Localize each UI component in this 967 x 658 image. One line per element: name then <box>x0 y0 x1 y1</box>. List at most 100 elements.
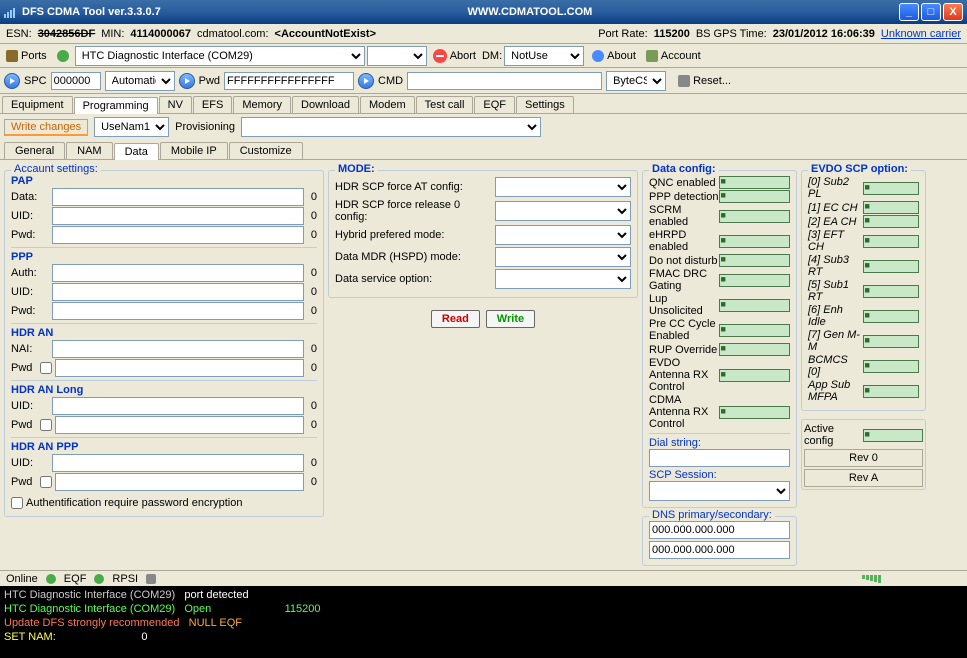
tab-testcall[interactable]: Test call <box>416 96 474 113</box>
mode-select-3[interactable] <box>495 247 631 267</box>
about-button[interactable]: About <box>588 48 640 64</box>
evdo-chk-9[interactable] <box>863 385 920 398</box>
hdranlong-header: HDR AN Long <box>11 384 317 396</box>
hdran-nai-input[interactable] <box>52 340 304 358</box>
scp-select[interactable] <box>649 481 790 501</box>
write-button[interactable]: Write <box>486 310 535 328</box>
pap-data-input[interactable] <box>52 188 304 206</box>
minimize-button[interactable]: _ <box>899 3 919 21</box>
subtab-nam[interactable]: NAM <box>66 142 112 159</box>
mode-select-4[interactable] <box>495 269 631 289</box>
tab-programming[interactable]: Programming <box>74 97 158 114</box>
close-button[interactable]: X <box>943 3 963 21</box>
ppp-uid-input[interactable] <box>52 283 304 301</box>
pap-uid-input[interactable] <box>52 207 304 225</box>
carrier-link[interactable]: Unknown carrier <box>881 28 961 40</box>
hdranlong-uid-input[interactable] <box>52 397 304 415</box>
write-changes-button[interactable]: Write changes <box>4 119 88 136</box>
reset-button[interactable]: Reset... <box>674 73 735 89</box>
dns-group: DNS primary/secondary: <box>642 516 797 566</box>
hdranlong-pwd-checkbox[interactable] <box>40 419 52 431</box>
subtab-data[interactable]: Data <box>114 143 159 160</box>
reva-button[interactable]: Rev A <box>804 469 923 487</box>
cfg-chk-10[interactable] <box>719 406 791 419</box>
nam-select[interactable]: UseNam1 <box>94 117 169 137</box>
spc-send-button[interactable] <box>4 73 20 89</box>
dm-select[interactable]: NotUse <box>504 46 584 66</box>
cfg-chk-2[interactable] <box>719 210 791 223</box>
pwd-input[interactable] <box>224 72 354 90</box>
cfg-chk-3[interactable] <box>719 235 791 248</box>
evdo-chk-2[interactable] <box>863 215 920 228</box>
tab-equipment[interactable]: Equipment <box>2 96 73 113</box>
account-legend: Accaunt settings: <box>11 163 101 175</box>
evdo-chk-8[interactable] <box>863 360 920 373</box>
evdo-chk-0[interactable] <box>863 182 920 195</box>
cfg-chk-4[interactable] <box>719 254 791 267</box>
mode-select-0[interactable] <box>495 177 631 197</box>
cfg-item-9: EVDO Antenna RX Control <box>649 357 719 393</box>
hdranppp-pwd-input[interactable] <box>55 473 304 491</box>
pap-pwd-input[interactable] <box>52 226 304 244</box>
subtab-mobileip[interactable]: Mobile IP <box>160 142 228 159</box>
hdran-pwd-input[interactable] <box>55 359 304 377</box>
port-select2[interactable] <box>367 46 427 66</box>
maximize-button[interactable]: □ <box>921 3 941 21</box>
read-button[interactable]: Read <box>431 310 480 328</box>
activecfg-chk[interactable] <box>863 429 924 442</box>
cfg-chk-6[interactable] <box>719 299 791 312</box>
mode-select-1[interactable] <box>495 201 631 221</box>
hdranppp-pwd-label: Pwd <box>11 476 37 488</box>
evdo-chk-6[interactable] <box>863 310 920 323</box>
mode-select-2[interactable] <box>495 225 631 245</box>
evdo-chk-4[interactable] <box>863 260 920 273</box>
refresh-button[interactable] <box>53 48 73 64</box>
rev0-button[interactable]: Rev 0 <box>804 449 923 467</box>
cfg-chk-9[interactable] <box>719 369 791 382</box>
evdo-chk-1[interactable] <box>863 201 920 214</box>
pwd-send-button[interactable] <box>179 73 195 89</box>
dns-secondary-input[interactable] <box>649 541 790 559</box>
gpstime-value: 23/01/2012 16:06:39 <box>773 28 875 40</box>
cfg-chk-1[interactable] <box>719 190 791 203</box>
evdo-group: EVDO SCP option: [0] Sub2 PL [1] EC CH [… <box>801 170 926 411</box>
evdo-chk-3[interactable] <box>863 235 920 248</box>
account-button[interactable]: Account <box>642 48 705 64</box>
tab-modem[interactable]: Modem <box>360 96 415 113</box>
evdo-item-1: [1] EC CH <box>808 202 863 214</box>
spc-input[interactable] <box>51 72 101 90</box>
dial-input[interactable] <box>649 449 790 467</box>
log-2c: 115200 <box>285 603 321 615</box>
evdo-chk-5[interactable] <box>863 285 920 298</box>
hdran-pwd-checkbox[interactable] <box>40 362 52 374</box>
evdo-chk-7[interactable] <box>863 335 920 348</box>
tab-memory[interactable]: Memory <box>233 96 291 113</box>
hdranppp-pwd-checkbox[interactable] <box>40 476 52 488</box>
provisioning-select[interactable] <box>241 117 541 137</box>
tab-efs[interactable]: EFS <box>193 96 232 113</box>
subtab-general[interactable]: General <box>4 142 65 159</box>
port-select[interactable]: HTC Diagnostic Interface (COM29) <box>75 46 365 66</box>
tab-nv[interactable]: NV <box>159 96 192 113</box>
tab-eqf[interactable]: EQF <box>474 96 515 113</box>
subtab-customize[interactable]: Customize <box>229 142 303 159</box>
cfg-chk-7[interactable] <box>719 324 791 337</box>
authenc-checkbox[interactable] <box>11 497 23 509</box>
cfg-chk-5[interactable] <box>719 274 791 287</box>
abort-button[interactable]: Abort <box>429 47 480 65</box>
bytecs-select[interactable]: ByteCS <box>606 71 666 91</box>
cmd-send-button[interactable] <box>358 73 374 89</box>
ppp-pwd-input[interactable] <box>52 302 304 320</box>
cfg-chk-8[interactable] <box>719 343 791 356</box>
spc-auto-select[interactable]: Automatic <box>105 71 175 91</box>
scp-label: SCP Session: <box>649 469 790 481</box>
ports-button[interactable]: Ports <box>2 48 51 64</box>
dns-primary-input[interactable] <box>649 521 790 539</box>
cfg-chk-0[interactable] <box>719 176 791 189</box>
tab-download[interactable]: Download <box>292 96 359 113</box>
ppp-auth-input[interactable] <box>52 264 304 282</box>
hdranppp-uid-input[interactable] <box>52 454 304 472</box>
cmd-input[interactable] <box>407 72 602 90</box>
tab-settings[interactable]: Settings <box>516 96 574 113</box>
hdranlong-pwd-input[interactable] <box>55 416 304 434</box>
